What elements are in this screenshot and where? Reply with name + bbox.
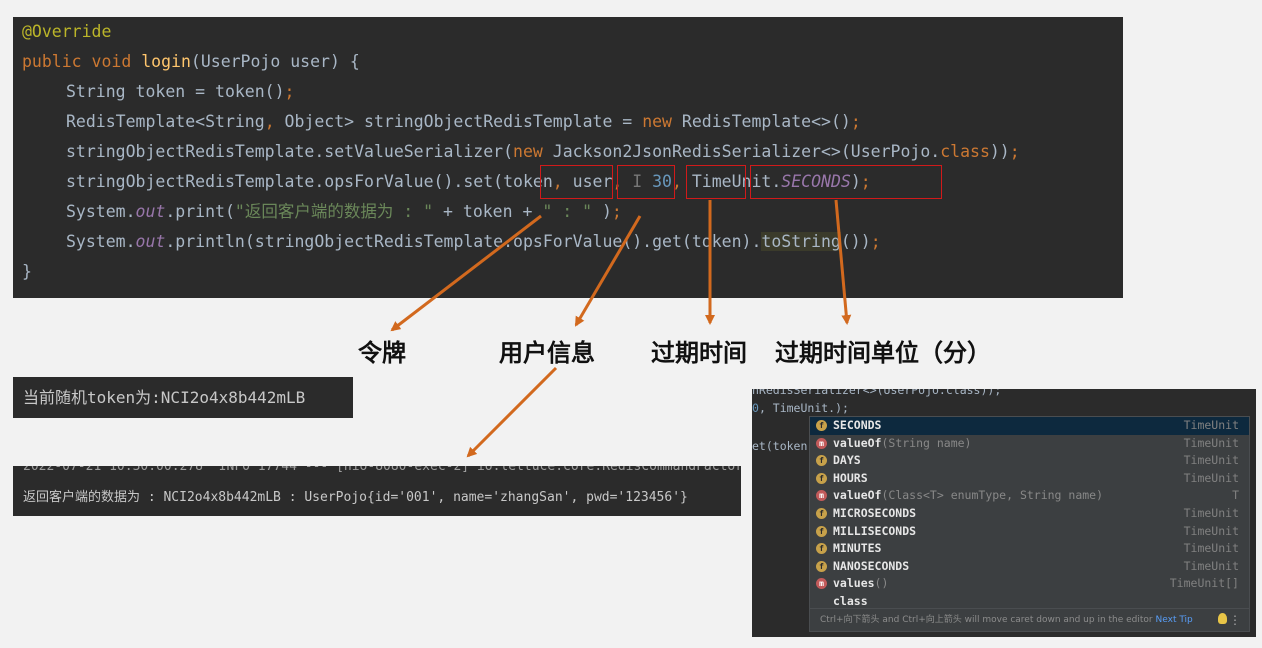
- lightbulb-icon[interactable]: [1218, 613, 1227, 624]
- method-icon: m: [816, 490, 827, 502]
- completion-item[interactable]: f SECONDS TimeUnit: [810, 417, 1249, 435]
- field-icon: f: [816, 455, 827, 467]
- completion-item-type: TimeUnit[]: [1169, 576, 1239, 591]
- completion-item-params: (String name): [881, 435, 972, 450]
- completion-item-type: TimeUnit: [1183, 435, 1239, 450]
- completion-item[interactable]: m values() TimeUnit[]: [810, 575, 1249, 593]
- completion-item-label: valueOf: [833, 488, 882, 503]
- completion-item-name: valueOf(String name): [833, 435, 971, 453]
- console-output-line: 返回客户端的数据为 : NCI2o4x8b442mLB : UserPojo{i…: [23, 490, 688, 505]
- completion-item-type: TimeUnit: [1183, 470, 1239, 485]
- completion-item[interactable]: f NANOSECONDS TimeUnit: [810, 558, 1249, 576]
- completion-item-name: NANOSECONDS: [833, 558, 909, 576]
- completion-item-label: NANOSECONDS: [833, 558, 910, 573]
- completion-item-name: values(): [833, 575, 888, 593]
- completion-item[interactable]: m valueOf(Class<T> enumType, String name)…: [810, 487, 1249, 505]
- bg-code-line: nRedisSerializer<>(UserPojo.class));: [752, 389, 1002, 397]
- field-icon: f: [816, 525, 827, 537]
- field-icon: f: [816, 508, 827, 519]
- next-tip-link[interactable]: Next Tip: [1156, 615, 1193, 625]
- completion-item[interactable]: f DAYS TimeUnit: [810, 452, 1249, 470]
- bg-code-line: 0, TimeUnit.);: [752, 401, 849, 415]
- completion-popup[interactable]: f SECONDS TimeUnit m valueOf(String name) Tim…: [809, 416, 1250, 632]
- number-literal: 0: [752, 401, 759, 415]
- console-output-panel: 2022-07-21 10:30:00.278 INFO 17744 --- […: [13, 466, 741, 516]
- completion-item-params: (Class<T> enumType, String name): [881, 488, 1104, 503]
- completion-item-name: SECONDS: [833, 417, 881, 435]
- user-info-label: 用户信息: [499, 338, 595, 367]
- completion-item-label: MINUTES: [833, 541, 882, 556]
- arrow-to-expire-unit-label: [834, 199, 852, 325]
- completion-item[interactable]: m valueOf(String name) TimeUnit: [810, 435, 1249, 453]
- method-icon: m: [816, 578, 827, 590]
- completion-item-name: HOURS: [833, 470, 868, 488]
- completion-item-type: TimeUnit: [1183, 453, 1239, 468]
- arrow-to-console-output: [466, 366, 558, 458]
- bg-code-line: et(token: [752, 439, 808, 453]
- completion-item-name: MINUTES: [833, 540, 881, 558]
- token-label: 令牌: [358, 338, 406, 367]
- autocomplete-screenshot: nRedisSerializer<>(UserPojo.class)); 0, …: [752, 389, 1256, 637]
- completion-item-type: TimeUnit: [1183, 523, 1239, 538]
- completion-item-name: MILLISECONDS: [833, 523, 916, 541]
- completion-item-label: HOURS: [833, 470, 868, 485]
- completion-item-type: TimeUnit: [1183, 418, 1239, 432]
- footer-hint-text: Ctrl+向下箭头 and Ctrl+向上箭头 will move caret …: [820, 615, 1156, 625]
- method-icon: m: [816, 437, 827, 449]
- arrow-to-user-info-label: [574, 215, 642, 327]
- code-text: , TimeUnit.);: [758, 401, 849, 415]
- completion-item-name: DAYS: [833, 452, 861, 470]
- completion-item-label: MICROSECONDS: [833, 506, 917, 520]
- field-icon: f: [816, 472, 827, 484]
- console-token-output: 当前随机token为:NCI2o4x8b442mLB: [13, 377, 353, 418]
- field-icon: f: [816, 543, 827, 555]
- completion-item-label: MILLISECONDS: [833, 523, 917, 538]
- completion-item-label: valueOf: [833, 435, 882, 450]
- completion-item-params: (): [874, 576, 889, 591]
- completion-item-name: MICROSECONDS: [833, 505, 916, 523]
- completion-item-label: SECONDS: [833, 418, 882, 432]
- expire-time-label: 过期时间: [651, 338, 747, 367]
- completion-item-label: class: [833, 594, 868, 608]
- arrow-to-token-label: [390, 214, 542, 332]
- completion-item-name: valueOf(Class<T> enumType, String name): [833, 487, 1103, 505]
- completion-item[interactable]: f MILLISECONDS TimeUnit: [810, 523, 1249, 541]
- completion-item[interactable]: f HOURS TimeUnit: [810, 470, 1249, 488]
- completion-item-label: values: [833, 576, 875, 591]
- completion-item[interactable]: f MICROSECONDS TimeUnit: [810, 505, 1249, 523]
- completion-footer: Ctrl+向下箭头 and Ctrl+向上箭头 will move caret …: [810, 608, 1249, 631]
- completion-item-type: TimeUnit: [1183, 541, 1239, 556]
- completion-item-type: TimeUnit: [1183, 558, 1239, 573]
- field-icon: f: [816, 560, 827, 572]
- completion-item-type: TimeUnit: [1183, 506, 1239, 520]
- completion-item-type: T: [1232, 488, 1239, 503]
- more-options-icon[interactable]: ⋮: [1229, 609, 1241, 632]
- field-icon: f: [816, 420, 827, 431]
- completion-item[interactable]: f MINUTES TimeUnit: [810, 540, 1249, 558]
- completion-item-label: DAYS: [833, 453, 861, 468]
- expire-unit-label: 过期时间单位（分）: [775, 338, 991, 367]
- console-log-line: 2022-07-21 10:30:00.278 INFO 17744 --- […: [23, 466, 741, 474]
